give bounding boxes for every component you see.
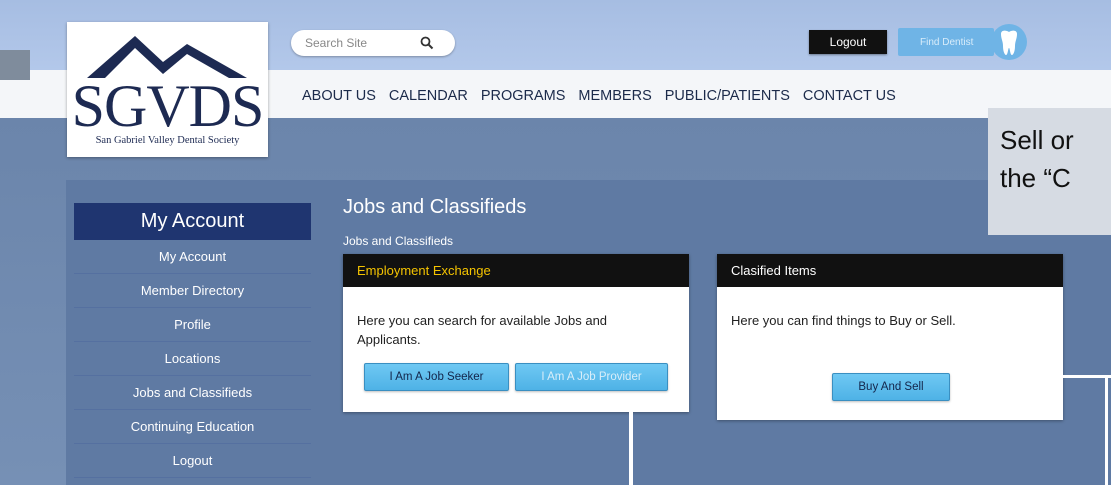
card-description: Here you can find things to Buy or Sell. <box>731 313 956 328</box>
page-title: Jobs and Classifieds <box>343 196 527 218</box>
logo-subtitle: San Gabriel Valley Dental Society <box>95 135 240 146</box>
account-sidebar: My Account My Account Member Directory P… <box>74 203 311 478</box>
nav-members[interactable]: MEMBERS <box>578 88 651 104</box>
main-nav: ABOUT US CALENDAR PROGRAMS MEMBERS PUBLI… <box>302 88 909 104</box>
sidebar-item-continuing-education[interactable]: Continuing Education <box>74 410 311 444</box>
nav-about-us[interactable]: ABOUT US <box>302 88 376 104</box>
job-provider-button[interactable]: I Am A Job Provider <box>515 363 668 391</box>
sidebar-item-locations[interactable]: Locations <box>74 342 311 376</box>
site-logo[interactable]: SGVDS San Gabriel Valley Dental Society <box>67 22 268 157</box>
nav-public-patients[interactable]: PUBLIC/PATIENTS <box>665 88 790 104</box>
search-box[interactable] <box>291 30 455 56</box>
sidebar-item-jobs-classifieds[interactable]: Jobs and Classifieds <box>74 376 311 410</box>
logo-letters: SGVDS <box>71 73 265 139</box>
find-dentist-button[interactable]: Find Dentist <box>898 28 994 56</box>
job-seeker-button[interactable]: I Am A Job Seeker <box>364 363 509 391</box>
callout-connector <box>629 412 633 485</box>
tooth-icon[interactable] <box>990 22 1028 62</box>
logout-button[interactable]: Logout <box>809 30 887 54</box>
sidebar-item-logout[interactable]: Logout <box>74 444 311 478</box>
callout-connector <box>1105 375 1108 485</box>
buy-and-sell-button[interactable]: Buy And Sell <box>832 373 950 401</box>
sidebar-item-member-directory[interactable]: Member Directory <box>74 274 311 308</box>
callout-line-2: the “C <box>1000 163 1071 193</box>
sidebar-item-my-account[interactable]: My Account <box>74 240 311 274</box>
classified-items-card: Clasified Items Here you can find things… <box>717 254 1063 420</box>
card-title: Clasified Items <box>717 254 1063 287</box>
callout-line-1: Sell or <box>1000 125 1074 155</box>
nav-programs[interactable]: PROGRAMS <box>481 88 566 104</box>
nav-calendar[interactable]: CALENDAR <box>389 88 468 104</box>
employment-exchange-card: Employment Exchange Here you can search … <box>343 254 689 412</box>
side-decoration <box>0 50 30 80</box>
search-input[interactable] <box>305 36 410 50</box>
card-description: Here you can search for available Jobs a… <box>357 313 608 347</box>
nav-contact-us[interactable]: CONTACT US <box>803 88 896 104</box>
search-icon[interactable] <box>420 36 434 50</box>
tutorial-callout: Sell or the “C <box>988 108 1111 235</box>
breadcrumb[interactable]: Jobs and Classifieds <box>343 234 453 248</box>
sidebar-item-profile[interactable]: Profile <box>74 308 311 342</box>
sidebar-title: My Account <box>74 203 311 240</box>
mountains-logo-icon <box>87 36 247 78</box>
card-title: Employment Exchange <box>343 254 689 287</box>
callout-connector <box>1063 375 1111 378</box>
